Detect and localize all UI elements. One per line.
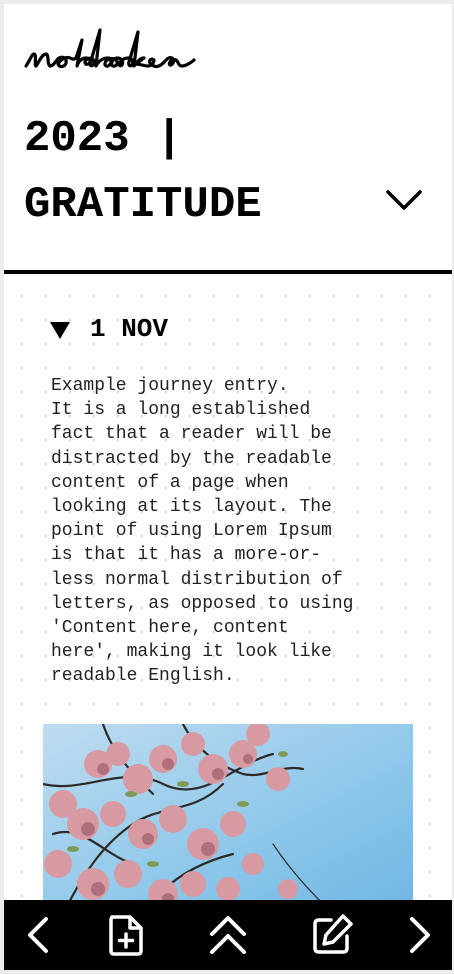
edit-icon: [313, 914, 353, 954]
collapse-all-button[interactable]: [198, 900, 258, 970]
double-chevron-up-icon: [210, 916, 246, 954]
chevron-right-icon: [410, 917, 430, 953]
entry-text: Example journey entry. It is a long esta…: [51, 376, 354, 687]
add-page-button[interactable]: [96, 900, 156, 970]
app-frame: notebooks 2023 | GRATITUDE 1 NOV Example…: [4, 4, 452, 970]
entry-content[interactable]: 1 NOV Example journey entry. It is a lon…: [4, 274, 452, 900]
add-page-icon: [109, 915, 143, 956]
notebook-dropdown-button[interactable]: [380, 180, 428, 220]
chevron-left-icon: [28, 917, 48, 953]
chevron-down-icon: [386, 190, 422, 210]
notebooks-logo: notebooks: [24, 28, 196, 69]
bottom-toolbar: [4, 900, 452, 970]
notebook-title: 2023 | GRATITUDE: [24, 114, 262, 230]
entry-date-toggle[interactable]: 1 NOV: [50, 314, 168, 344]
next-button[interactable]: [390, 900, 450, 970]
edit-button[interactable]: [302, 900, 362, 970]
entry-date: 1 NOV: [90, 314, 169, 344]
previous-button[interactable]: [8, 900, 68, 970]
header: notebooks 2023 | GRATITUDE: [4, 4, 452, 270]
collapse-triangle-icon: [50, 321, 70, 339]
cherry-blossom-photo[interactable]: [43, 724, 413, 900]
